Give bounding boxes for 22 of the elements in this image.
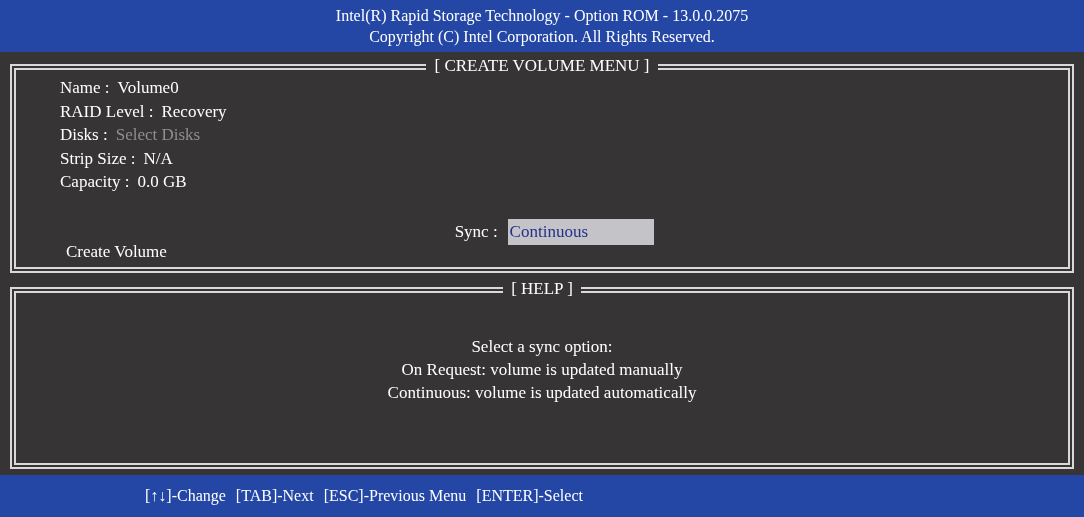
field-value: Volume0 <box>117 77 179 99</box>
field-value: Recovery <box>161 100 227 123</box>
sync-value[interactable]: Continuous <box>507 219 654 245</box>
field-label: Disks : <box>60 124 108 146</box>
field-label: Name : <box>60 77 110 99</box>
key-hint: [TAB]-Next <box>235 486 314 506</box>
field-value: N/A <box>143 147 173 170</box>
key-hint: [ESC]-Previous Menu <box>323 486 467 506</box>
field-label: Strip Size : <box>60 147 136 170</box>
field-label: RAID Level : <box>60 100 154 123</box>
header-title: Intel(R) Rapid Storage Technology - Option ROM - 13.0.0.2075 <box>335 6 749 26</box>
field-label: Capacity : <box>60 171 130 193</box>
key-hint: [↑↓]-Change <box>145 486 226 507</box>
help-text: Continuous: volume is updated automatically <box>387 382 697 404</box>
field-value: 0.0 GB <box>137 171 187 193</box>
sync-label: Sync : <box>454 221 498 244</box>
help-text: On Request: volume is updated manually <box>401 359 683 381</box>
key-hint: [ENTER]-Select <box>476 486 583 506</box>
field-value: Select Disks <box>115 124 201 146</box>
copyright-text: Copyright (C) Intel Corporation. All Rights Reserved. <box>369 27 715 47</box>
create-volume-button[interactable]: Create Volume <box>66 239 227 263</box>
help-text: Select a sync option: <box>471 336 613 358</box>
